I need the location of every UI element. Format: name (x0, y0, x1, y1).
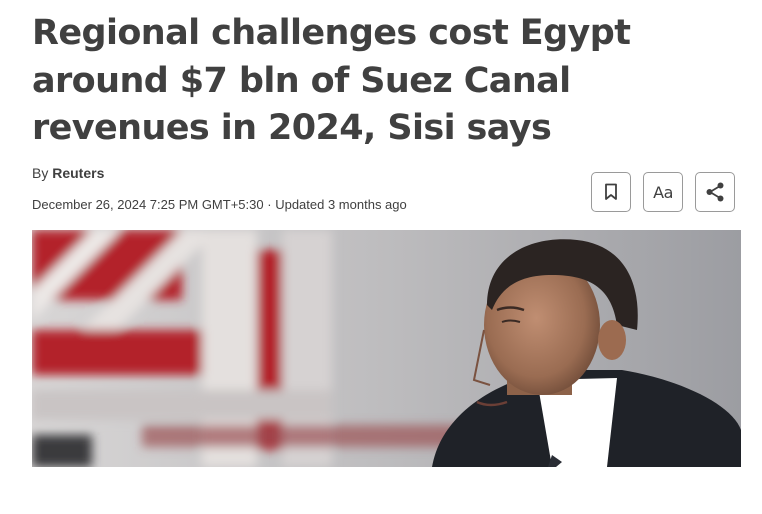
author-link[interactable]: Reuters (52, 165, 104, 181)
share-icon (706, 182, 724, 202)
bookmark-icon (605, 183, 617, 200)
published-date: December 26, 2024 7:25 PM GMT+5:30 (32, 197, 264, 212)
updated-time: Updated 3 months ago (275, 197, 407, 212)
text-size-label: Aa (653, 182, 673, 202)
date-separator: · (267, 197, 272, 212)
text-size-button[interactable]: Aa (643, 172, 683, 212)
byline-prefix: By (32, 165, 49, 181)
share-button[interactable] (695, 172, 735, 212)
hero-photo (32, 230, 741, 467)
bookmark-button[interactable] (591, 172, 631, 212)
article-toolbar: Aa (591, 172, 735, 212)
article-headline: Regional challenges cost Egypt around $7… (32, 13, 631, 148)
byline: By Reuters (32, 165, 104, 181)
dateline: December 26, 2024 7:25 PM GMT+5:30 · Upd… (32, 197, 407, 212)
